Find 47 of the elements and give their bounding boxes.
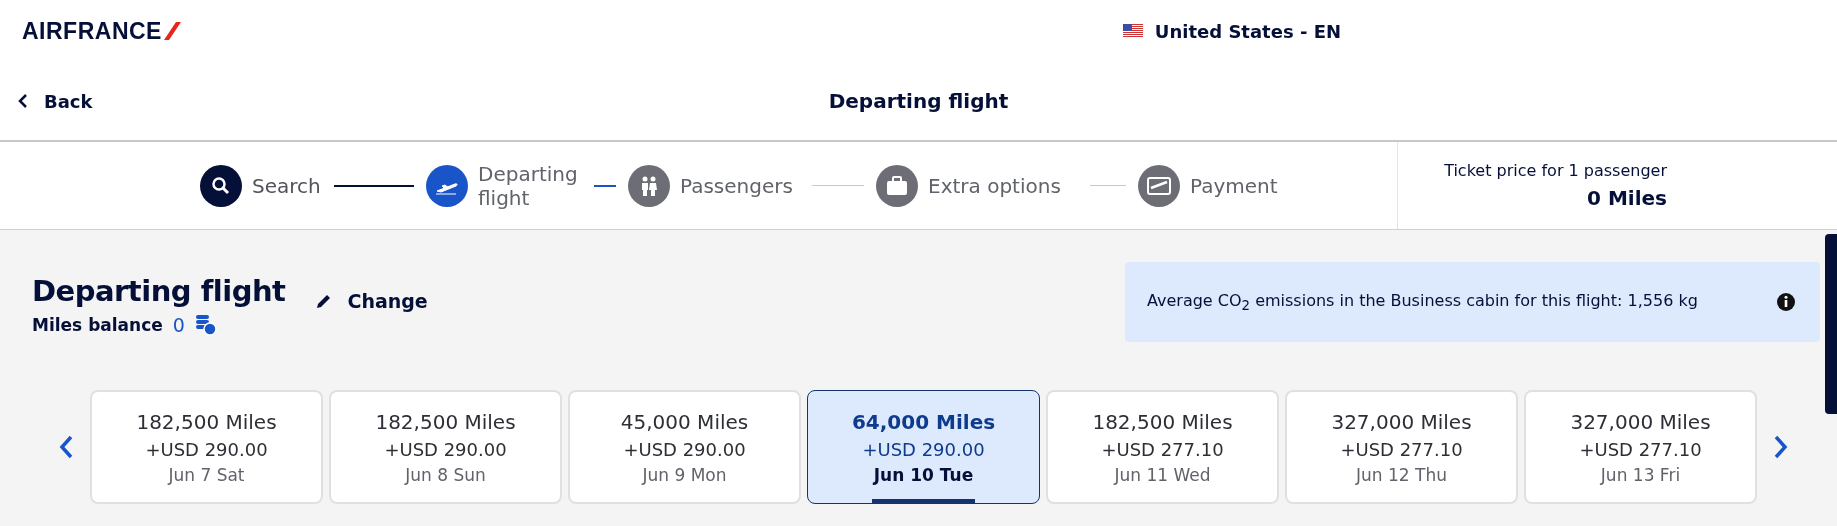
logo-stripe-icon xyxy=(163,22,181,40)
cash-price: +USD 290.00 xyxy=(145,438,268,460)
date-card[interactable]: 45,000 Miles +USD 290.00 Jun 9 Mon xyxy=(568,390,801,504)
step-label: Search xyxy=(252,173,322,198)
miles-price: 182,500 Miles xyxy=(1092,409,1233,434)
step-label: Departing flight xyxy=(478,161,579,210)
date-card[interactable]: 182,500 Miles +USD 290.00 Jun 8 Sun xyxy=(329,390,562,504)
page-title: Departing flight xyxy=(828,89,1009,113)
date-card[interactable]: 327,000 Miles +USD 277.10 Jun 12 Thu xyxy=(1285,390,1518,504)
date-card[interactable]: 327,000 Miles +USD 277.10 Jun 13 Fri xyxy=(1524,390,1757,504)
change-button[interactable]: Change xyxy=(315,290,428,312)
emissions-text: Average CO$_{2}$ emissions in the Business cabin for this flight: 1,556 kg xyxy=(1147,290,1698,314)
flight-date: Jun 7 Sat xyxy=(168,464,245,485)
cash-price: +USD 290.00 xyxy=(623,438,746,460)
cash-price: +USD 277.10 xyxy=(1101,438,1224,460)
miles-price: 327,000 Miles xyxy=(1331,409,1472,434)
ticket-price-value: 0 Miles xyxy=(1587,186,1667,210)
miles-balance-label: Miles balance xyxy=(32,315,163,335)
flight-date: Jun 11 Wed xyxy=(1114,464,1211,485)
back-button[interactable]: Back xyxy=(18,90,93,112)
cash-price: +USD 290.00 xyxy=(384,438,507,460)
miles-price: 45,000 Miles xyxy=(620,409,749,434)
flag-icon xyxy=(1122,24,1143,38)
cash-price: +USD 290.00 xyxy=(862,438,985,460)
miles-price: 327,000 Miles xyxy=(1570,409,1711,434)
coins-icon xyxy=(194,314,217,336)
cash-price: +USD 277.10 xyxy=(1579,438,1702,460)
miles-price: 182,500 Miles xyxy=(375,409,516,434)
info-icon[interactable] xyxy=(1776,292,1796,312)
date-card[interactable]: 182,500 Miles +USD 277.10 Jun 11 Wed xyxy=(1046,390,1279,504)
step-label: Extra options xyxy=(928,173,1062,198)
step-label: Payment xyxy=(1190,173,1279,198)
date-card[interactable]: 64,000 Miles +USD 290.00 Jun 10 Tue xyxy=(807,390,1040,504)
chevron-left-icon xyxy=(18,93,28,109)
flight-date: Jun 9 Mon xyxy=(642,464,727,485)
miles-price: 64,000 Miles xyxy=(851,409,996,434)
cash-price: +USD 277.10 xyxy=(1340,438,1463,460)
miles-balance-value: 0 xyxy=(172,314,185,336)
ticket-price-label: Ticket price for 1 passenger xyxy=(1444,161,1667,180)
section-title: Departing flight xyxy=(32,274,286,308)
flight-date: Jun 13 Fri xyxy=(1600,464,1681,485)
date-card[interactable]: 182,500 Miles +USD 290.00 Jun 7 Sat xyxy=(90,390,323,504)
flight-date: Jun 10 Tue xyxy=(873,464,974,485)
miles-price: 182,500 Miles xyxy=(136,409,277,434)
step-label: Passengers xyxy=(680,173,794,198)
flight-date: Jun 12 Thu xyxy=(1356,464,1447,485)
flight-date: Jun 8 Sun xyxy=(405,464,486,485)
